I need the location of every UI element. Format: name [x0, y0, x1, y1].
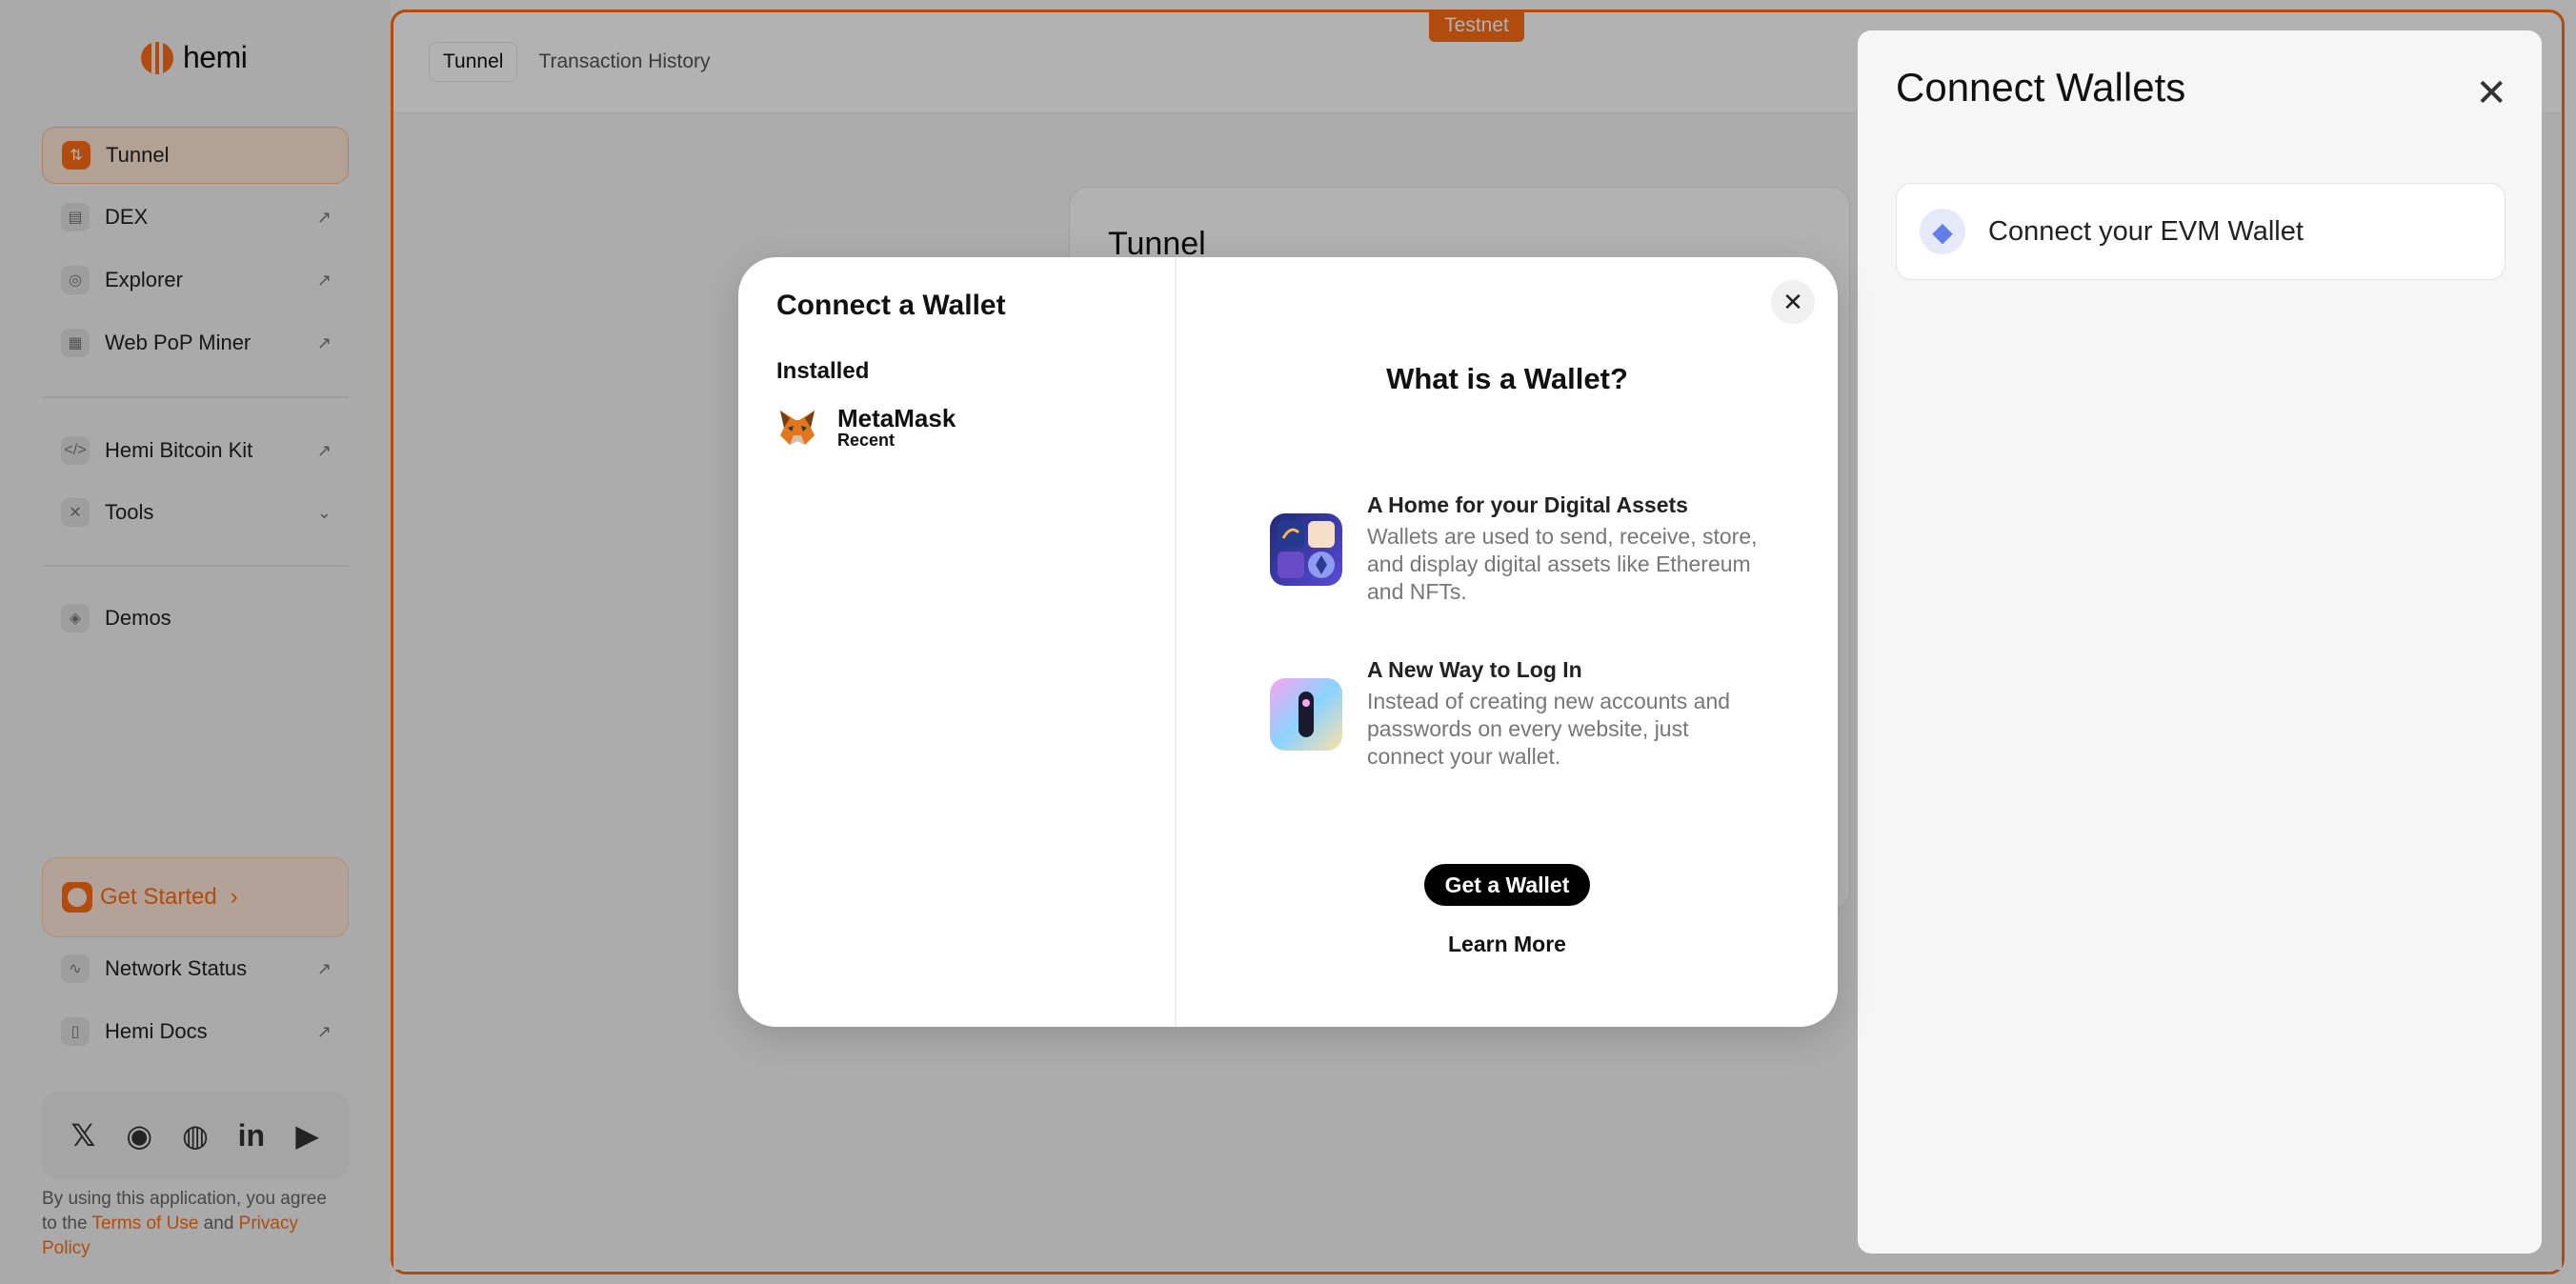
digital-assets-icon — [1270, 513, 1342, 586]
evm-button-label: Connect your EVM Wallet — [1988, 215, 2304, 247]
feature-title: A Home for your Digital Assets — [1367, 492, 1688, 517]
wallet-option-metamask[interactable]: MetaMask Recent — [776, 406, 956, 450]
info-title: What is a Wallet? — [1386, 362, 1628, 395]
close-icon[interactable]: ✕ — [1771, 280, 1815, 324]
connect-wallets-drawer: Connect Wallets ✕ ◆ Connect your EVM Wal… — [1858, 30, 2542, 1254]
wallet-tag: Recent — [837, 431, 896, 450]
feature-description: Instead of creating new accounts and pas… — [1367, 689, 1731, 769]
installed-heading: Installed — [776, 358, 870, 384]
wallet-name: MetaMask — [837, 404, 956, 432]
connect-wallet-modal: Connect a Wallet Installed MetaMask Rece… — [738, 257, 1838, 1027]
connect-evm-wallet-button[interactable]: ◆ Connect your EVM Wallet — [1896, 183, 2506, 280]
get-a-wallet-button[interactable]: Get a Wallet — [1424, 864, 1590, 906]
drawer-title: Connect Wallets — [1896, 65, 2186, 110]
learn-more-link[interactable]: Learn More — [1177, 932, 1838, 957]
metamask-fox-icon — [780, 411, 815, 445]
close-icon[interactable]: ✕ — [2475, 74, 2507, 112]
ethereum-icon: ◆ — [1920, 209, 1965, 254]
key-icon — [1270, 678, 1342, 751]
feature-title: A New Way to Log In — [1367, 657, 1582, 682]
modal-title: Connect a Wallet — [776, 290, 1006, 321]
wallet-list-panel: Connect a Wallet Installed MetaMask Rece… — [738, 257, 1177, 1027]
feature-description: Wallets are used to send, receive, store… — [1367, 524, 1758, 604]
